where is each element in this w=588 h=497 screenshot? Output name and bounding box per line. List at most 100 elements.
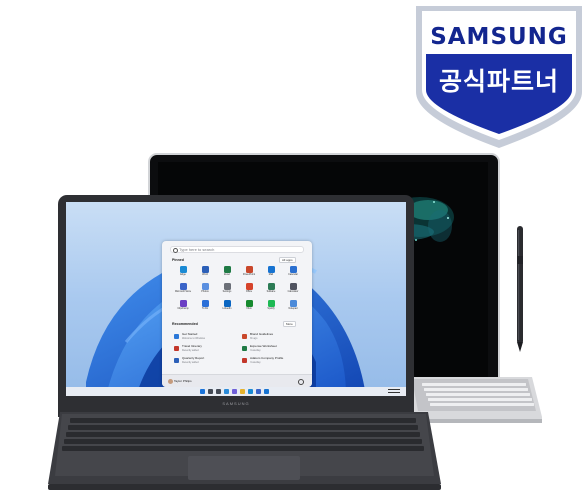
pinned-app[interactable]: Clipchamp: [174, 300, 192, 310]
power-icon[interactable]: [298, 379, 304, 385]
app-label: Word: [202, 273, 208, 276]
app-icon: [223, 283, 231, 290]
taskbar-mail-icon[interactable]: [264, 389, 269, 394]
recommended-item[interactable]: Expense Worksheet Yesterday: [242, 344, 306, 355]
app-label: PowerPoint: [242, 273, 256, 276]
pinned-app[interactable]: PowerPoint: [240, 266, 258, 276]
taskbar-clock[interactable]: [388, 388, 400, 393]
app-icon: [267, 300, 275, 307]
app-icon: [179, 300, 187, 307]
taskbar-explorer-icon[interactable]: [240, 389, 245, 394]
file-icon: [242, 358, 247, 363]
front-laptop-keyboard-base: [48, 412, 441, 490]
app-label: Office: [245, 290, 253, 293]
pinned-app[interactable]: Xbox: [240, 300, 258, 310]
recommended-item[interactable]: Get Started Welcome to Windows: [174, 332, 238, 343]
search-icon: [173, 248, 178, 253]
file-icon: [174, 346, 179, 351]
recommended-heading: Recommended: [172, 322, 198, 326]
recommended-item[interactable]: Travel Itinerary Recently added: [174, 344, 238, 355]
app-label: Calculator: [287, 290, 299, 293]
taskbar-widgets-icon[interactable]: [224, 389, 229, 394]
more-button[interactable]: More: [283, 321, 296, 327]
app-label: Edge: [180, 273, 186, 276]
app-icon: [289, 300, 297, 307]
recommended-item[interactable]: Quarterly Report Recently added: [174, 356, 238, 367]
app-icon: [289, 266, 297, 273]
pinned-app[interactable]: Mail: [262, 266, 280, 276]
taskbar: [66, 387, 406, 396]
taskbar-chat-icon[interactable]: [232, 389, 237, 394]
app-label: Xbox: [246, 307, 252, 310]
taskbar-store-icon[interactable]: [256, 389, 261, 394]
samsung-partner-badge: SAMSUNG 공식파트너: [412, 0, 586, 150]
pinned-app[interactable]: Word: [196, 266, 214, 276]
pinned-app[interactable]: Spotify: [262, 300, 280, 310]
avatar[interactable]: [168, 379, 173, 384]
recommended-item[interactable]: Adatum Company Profile Yesterday: [242, 356, 306, 367]
recommended-subtitle: Yesterday: [250, 360, 261, 364]
all-apps-button[interactable]: All apps: [279, 257, 296, 263]
app-icon: [267, 266, 275, 273]
app-icon: [245, 283, 253, 290]
pinned-app[interactable]: Solitaire: [262, 283, 280, 293]
recommended-subtitle: Recently added: [182, 348, 199, 352]
app-label: Photos: [201, 290, 209, 293]
pinned-app[interactable]: Calendar: [284, 266, 302, 276]
pinned-app[interactable]: Excel: [218, 266, 236, 276]
badge-brand-text: SAMSUNG: [430, 24, 568, 50]
file-icon: [174, 358, 179, 363]
pinned-app[interactable]: Calculator: [284, 283, 302, 293]
pinned-app[interactable]: Notepad: [284, 300, 302, 310]
app-label: Microsoft Store: [174, 290, 192, 293]
taskbar-search-icon[interactable]: [208, 389, 213, 394]
recommended-subtitle: Recently added: [182, 360, 199, 364]
app-icon: [223, 266, 231, 273]
file-icon: [174, 334, 179, 339]
user-name[interactable]: Taylor Philips: [174, 379, 192, 383]
recommended-subtitle: Yesterday: [250, 348, 261, 352]
app-icon: [267, 283, 275, 290]
taskbar-start-icon[interactable]: [200, 389, 205, 394]
app-icon: [245, 266, 253, 273]
app-icon: [201, 266, 209, 273]
app-icon: [223, 300, 231, 307]
app-icon: [201, 283, 209, 290]
touchpad: [188, 456, 300, 480]
taskbar-edge-icon[interactable]: [248, 389, 253, 394]
pinned-app[interactable]: Edge: [174, 266, 192, 276]
pinned-app[interactable]: To Do: [196, 300, 214, 310]
file-icon: [242, 334, 247, 339]
bezel-brand-logo: SAMSUNG: [222, 401, 250, 406]
app-label: Mail: [268, 273, 274, 276]
keyboard-keys: [62, 418, 424, 451]
app-label: Notepad: [288, 307, 298, 310]
app-label: Solitaire: [266, 290, 276, 293]
pinned-app[interactable]: Settings: [218, 283, 236, 293]
pinned-app[interactable]: Microsoft Store: [174, 283, 192, 293]
app-label: LinkedIn: [222, 307, 232, 310]
pinned-app[interactable]: LinkedIn: [218, 300, 236, 310]
app-icon: [179, 283, 187, 290]
badge-partner-text: 공식파트너: [438, 67, 559, 96]
app-icon: [179, 266, 187, 273]
recommended-item[interactable]: Brand Guidelines 3h ago: [242, 332, 306, 343]
app-label: To Do: [201, 307, 209, 310]
start-menu: Type here to search Pinned All apps Edge…: [162, 241, 312, 387]
app-label: Spotify: [267, 307, 275, 310]
app-label: Clipchamp: [177, 307, 189, 310]
pinned-app[interactable]: Photos: [196, 283, 214, 293]
start-menu-footer: Taylor Philips: [162, 374, 312, 387]
app-icon: [289, 283, 297, 290]
app-label: Settings: [222, 290, 232, 293]
taskbar-task-view-icon[interactable]: [216, 389, 221, 394]
s-pen-stylus: [517, 226, 523, 352]
recommended-subtitle: 3h ago: [250, 336, 258, 340]
recommended-subtitle: Welcome to Windows: [182, 336, 205, 340]
app-icon: [245, 300, 253, 307]
start-search-box[interactable]: Type here to search: [170, 246, 304, 253]
start-search-placeholder: Type here to search: [179, 247, 215, 252]
app-label: Excel: [224, 273, 230, 276]
file-icon: [242, 346, 247, 351]
pinned-app[interactable]: Office: [240, 283, 258, 293]
